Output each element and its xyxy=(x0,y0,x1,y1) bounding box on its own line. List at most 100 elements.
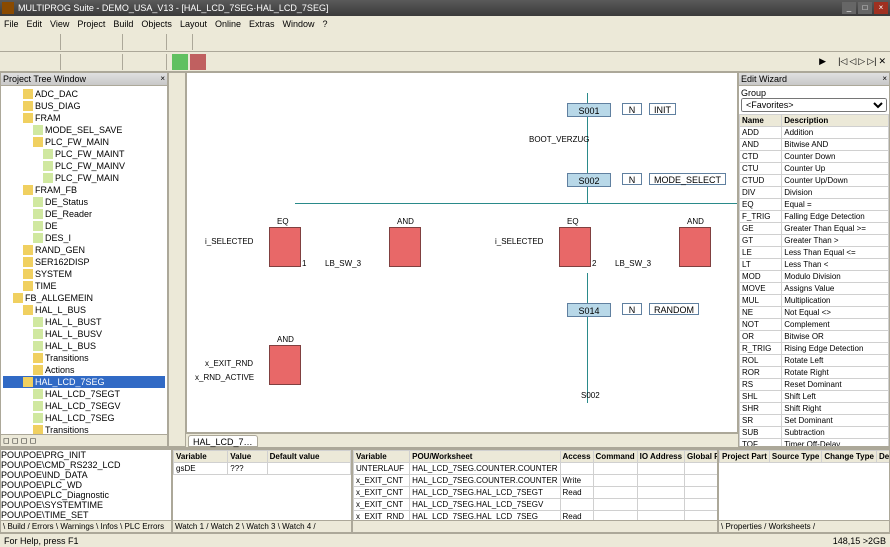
menu-file[interactable]: File xyxy=(4,19,19,29)
fb-block[interactable] xyxy=(269,345,301,385)
sfc-qualifier[interactable]: N xyxy=(622,173,642,185)
project-tree[interactable]: ADC_DACBUS_DIAGFRAMMODE_SEL_SAVEPLC_FW_M… xyxy=(1,86,167,434)
tool-stop[interactable] xyxy=(190,54,206,70)
sfc-qualifier[interactable]: N xyxy=(622,303,642,315)
output-line[interactable]: POU\POE\PLC_WD xyxy=(1,480,171,490)
tree-node[interactable]: HAL_L_BUS xyxy=(3,340,165,352)
menu-?[interactable]: ? xyxy=(323,19,328,29)
tool-copy[interactable] xyxy=(84,34,100,50)
tree-node[interactable]: FRAM xyxy=(3,112,165,124)
tree-node[interactable]: SER162DISP xyxy=(3,256,165,268)
wizard-row[interactable]: ORBitwise OR xyxy=(740,331,889,343)
sfc-step[interactable]: S014 xyxy=(567,303,611,317)
menu-layout[interactable]: Layout xyxy=(180,19,207,29)
wizard-row[interactable]: ANDBitwise AND xyxy=(740,139,889,151)
tool-run[interactable] xyxy=(172,54,188,70)
wizard-row[interactable]: R_TRIGRising Edge Detection xyxy=(740,343,889,355)
fb-block[interactable] xyxy=(559,227,591,267)
tree-node[interactable]: HAL_LCD_7SEG xyxy=(3,376,165,388)
tool-zoom-in[interactable] xyxy=(4,54,20,70)
tree-node[interactable]: MODE_SEL_SAVE xyxy=(3,124,165,136)
xref-tabs[interactable] xyxy=(353,520,717,532)
tool-cut[interactable] xyxy=(66,34,82,50)
wizard-row[interactable]: SRSet Dominant xyxy=(740,415,889,427)
watch-tabs[interactable]: Watch 1 / Watch 2 \ Watch 3 \ Watch 4 / xyxy=(173,520,351,532)
palette-btn[interactable] xyxy=(170,139,184,153)
wizard-row[interactable]: NOTComplement xyxy=(740,319,889,331)
xref-row[interactable]: UNTERLAUFHAL_LCD_7SEG.COUNTER.COUNTER xyxy=(354,463,718,475)
nav-prev-icon[interactable]: ◁ xyxy=(849,56,856,67)
tree-node[interactable]: Transitions xyxy=(3,424,165,434)
output-line[interactable]: POU\POE\IND_DATA xyxy=(1,470,171,480)
watch-row[interactable]: gsDE??? xyxy=(174,463,351,475)
palette-btn[interactable] xyxy=(170,123,184,137)
wizard-row[interactable]: LELess Than Equal <= xyxy=(740,247,889,259)
wizard-row[interactable]: ADDAddition xyxy=(740,127,889,139)
output-line[interactable]: POU\POE\TIME_SET xyxy=(1,510,171,520)
tree-node[interactable]: RAND_GEN xyxy=(3,244,165,256)
wizard-row[interactable]: MULMultiplication xyxy=(740,295,889,307)
output-line[interactable]: POU\POE\PRG_INIT xyxy=(1,450,171,460)
tool-rebuild[interactable] xyxy=(216,34,232,50)
palette-btn[interactable] xyxy=(170,91,184,105)
xref-row[interactable]: x_EXIT_RNDHAL_LCD_7SEG.HAL_LCD_7SEGRead xyxy=(354,511,718,521)
wizard-row[interactable]: MODModulo Division xyxy=(740,271,889,283)
sfc-step[interactable]: S002 xyxy=(567,173,611,187)
tree-node[interactable]: Transitions xyxy=(3,352,165,364)
close-icon[interactable]: × xyxy=(160,74,165,84)
menu-online[interactable]: Online xyxy=(215,19,241,29)
xref-row[interactable]: x_EXIT_CNTHAL_LCD_7SEG.COUNTER.COUNTERWr… xyxy=(354,475,718,487)
tool-save[interactable] xyxy=(40,34,56,50)
wizard-row[interactable]: GEGreater Than Equal >= xyxy=(740,223,889,235)
nav-first-icon[interactable]: |◁ xyxy=(838,56,847,67)
tree-node[interactable]: Actions xyxy=(3,364,165,376)
palette-btn[interactable] xyxy=(170,107,184,121)
wizard-row[interactable]: LTLess Than < xyxy=(740,259,889,271)
close-button[interactable]: × xyxy=(874,2,888,14)
wizard-row[interactable]: CTUCounter Up xyxy=(740,163,889,175)
wizard-row[interactable]: F_TRIGFalling Edge Detection xyxy=(740,211,889,223)
wizard-row[interactable]: SHLShift Left xyxy=(740,391,889,403)
fb-block[interactable] xyxy=(679,227,711,267)
tree-node[interactable]: PLC_FW_MAIN xyxy=(3,136,165,148)
tool-redo[interactable] xyxy=(146,34,162,50)
sfc-canvas[interactable]: S001S002S014S019NNNNINITMODE_SELECTRANDO… xyxy=(186,72,738,433)
wizard-row[interactable]: MOVEAssigns Value xyxy=(740,283,889,295)
menu-view[interactable]: View xyxy=(50,19,69,29)
wizard-row[interactable]: NENot Equal <> xyxy=(740,307,889,319)
menu-window[interactable]: Window xyxy=(283,19,315,29)
tree-node[interactable]: HAL_LCD_7SEG xyxy=(3,412,165,424)
wizard-row[interactable]: TOFTimer Off-Delay xyxy=(740,439,889,447)
tree-node[interactable]: PLC_FW_MAINV xyxy=(3,160,165,172)
tree-node[interactable]: TIME xyxy=(3,280,165,292)
menu-objects[interactable]: Objects xyxy=(141,19,172,29)
tool-new[interactable] xyxy=(4,34,20,50)
tool-print[interactable] xyxy=(172,34,188,50)
menu-build[interactable]: Build xyxy=(113,19,133,29)
tree-node[interactable]: SYSTEM xyxy=(3,268,165,280)
wizard-row[interactable]: SUBSubtraction xyxy=(740,427,889,439)
close-icon[interactable]: × xyxy=(882,74,887,84)
tab-hal-lcd[interactable]: HAL_LCD_7… xyxy=(188,435,258,447)
tree-node[interactable]: DE xyxy=(3,220,165,232)
tool-build[interactable] xyxy=(198,34,214,50)
tree-tabs[interactable]: ◻ ◻ ◻ ◻ xyxy=(1,434,167,446)
tool-zoom-out[interactable] xyxy=(22,54,38,70)
function-list[interactable]: Name Description ADDAdditionANDBitwise A… xyxy=(739,114,889,446)
output-list[interactable]: POU\POE\PRG_INITPOU\POE\CMD_RS232_LCDPOU… xyxy=(1,450,171,520)
wizard-row[interactable]: ROLRotate Left xyxy=(740,355,889,367)
tree-node[interactable]: FRAM_FB xyxy=(3,184,165,196)
fb-block[interactable] xyxy=(269,227,301,267)
wizard-row[interactable]: CTUDCounter Up/Down xyxy=(740,175,889,187)
menu-edit[interactable]: Edit xyxy=(27,19,43,29)
wizard-row[interactable]: CTDCounter Down xyxy=(740,151,889,163)
wizard-row[interactable]: GTGreater Than > xyxy=(740,235,889,247)
properties-tabs[interactable]: \ Properties / Worksheets / xyxy=(719,520,889,532)
tool-step[interactable] xyxy=(66,54,82,70)
fb-block[interactable] xyxy=(389,227,421,267)
output-tabs[interactable]: \ Build / Errors \ Warnings \ Infos \ PL… xyxy=(1,520,171,532)
tool-branch[interactable] xyxy=(146,54,162,70)
tree-node[interactable]: HAL_L_BUST xyxy=(3,316,165,328)
output-line[interactable]: POU\POE\SYSTEMTIME xyxy=(1,500,171,510)
sfc-qualifier[interactable]: N xyxy=(622,103,642,115)
